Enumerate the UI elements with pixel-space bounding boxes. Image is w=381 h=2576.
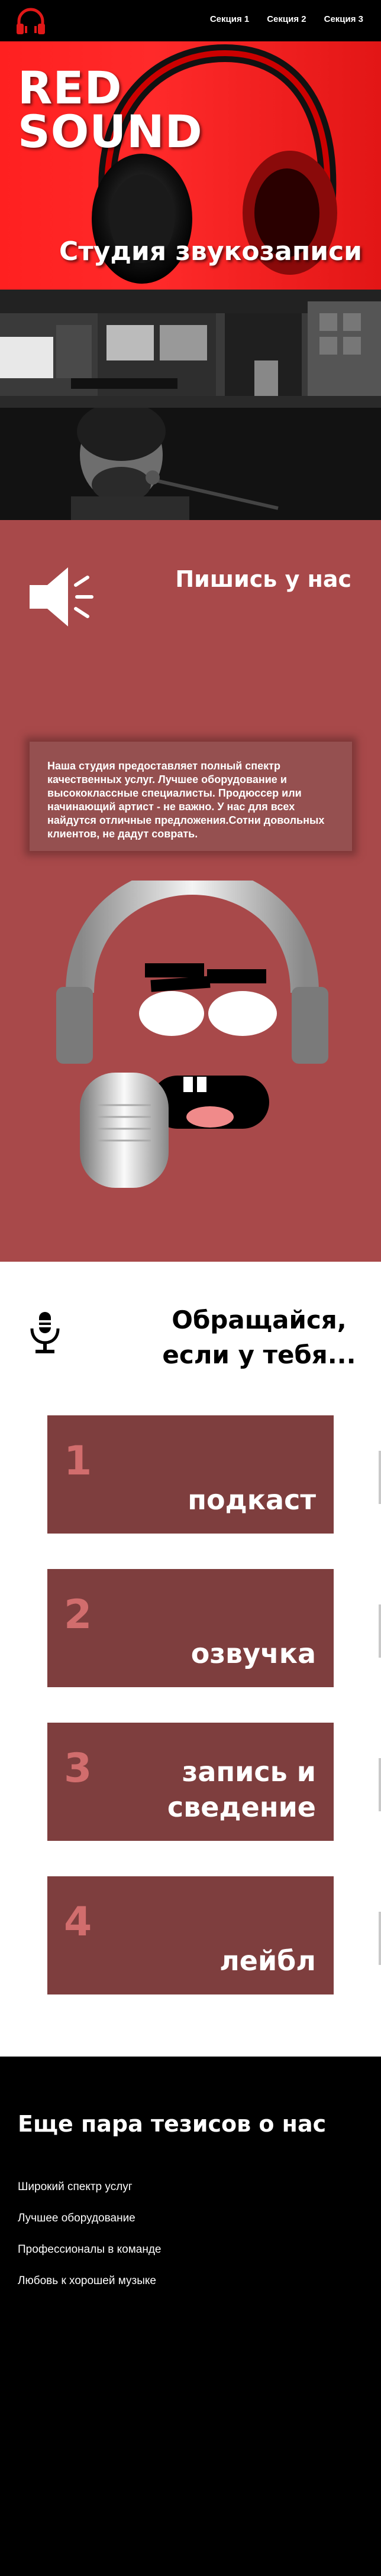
service-card-label[interactable]: 4 лейбл [47, 1876, 334, 1994]
list-item: Любовь к хорошей музыке [18, 2275, 156, 2287]
speaker-volume-icon [30, 567, 93, 626]
service-number: 2 [64, 1591, 92, 1638]
brand-title: RED SOUND [18, 61, 203, 158]
list-item: Лучшее оборудование [18, 2212, 135, 2224]
services-section: Обращайся, если у тебя... 1 подкаст 2 оз… [0, 1262, 381, 2057]
services-title: Обращайся, если у тебя... [159, 1303, 360, 1373]
service-card-podcast[interactable]: 1 подкаст [47, 1415, 334, 1534]
nav-links: Секция 1 Секция 2 Секция 3 [210, 14, 363, 24]
headphones-logo-icon[interactable] [14, 6, 47, 35]
scroll-indicator [379, 1451, 381, 1504]
scroll-indicator [379, 1604, 381, 1658]
brand-line-2: SOUND [18, 105, 203, 158]
theses-list: Широкий спектр услуг Лучшее оборудование… [18, 2181, 162, 2306]
about-card: Наша студия предоставляет полный спектр … [30, 742, 352, 851]
singer-photo [0, 408, 381, 520]
about-title: Пишись у нас [175, 566, 351, 592]
theses-section: Еще пара тезисов о нас Широкий спектр ус… [0, 2057, 381, 2576]
service-label: озвучка [190, 1638, 316, 1670]
service-label: подкаст [188, 1484, 316, 1516]
nav-link-section-1[interactable]: Секция 1 [210, 14, 249, 24]
headphone-mascot-illustration [56, 881, 328, 1188]
hero-tagline: Студия звукозаписи [59, 236, 362, 267]
microphone-icon [30, 1312, 60, 1353]
service-label: запись и сведение [167, 1756, 316, 1824]
list-item: Широкий спектр услуг [18, 2181, 133, 2193]
service-number: 1 [64, 1438, 92, 1484]
brand-line-1: RED [18, 61, 122, 114]
services-title-line-1: Обращайся, [172, 1305, 347, 1334]
service-card-voiceover[interactable]: 2 озвучка [47, 1569, 334, 1687]
service-number: 4 [64, 1899, 92, 1945]
nav-link-section-3[interactable]: Секция 3 [324, 14, 363, 24]
top-navbar: Секция 1 Секция 2 Секция 3 [0, 0, 381, 41]
nav-link-section-2[interactable]: Секция 2 [267, 14, 306, 24]
studio-room-photo [0, 290, 381, 408]
service-card-recording-mixing[interactable]: 3 запись и сведение [47, 1723, 334, 1841]
about-section: Пишись у нас Наша студия предоставляет п… [0, 520, 381, 1262]
scroll-indicator [379, 1758, 381, 1811]
theses-title: Еще пара тезисов о нас [18, 2111, 327, 2137]
hero-banner: RED SOUND Студия звукозаписи [0, 41, 381, 290]
services-title-line-2: если у тебя... [162, 1340, 356, 1369]
service-number: 3 [64, 1745, 92, 1792]
service-label: лейбл [219, 1945, 316, 1977]
scroll-indicator [379, 1912, 381, 1965]
list-item: Профессионалы в команде [18, 2243, 162, 2256]
about-text: Наша студия предоставляет полный спектр … [47, 760, 325, 840]
